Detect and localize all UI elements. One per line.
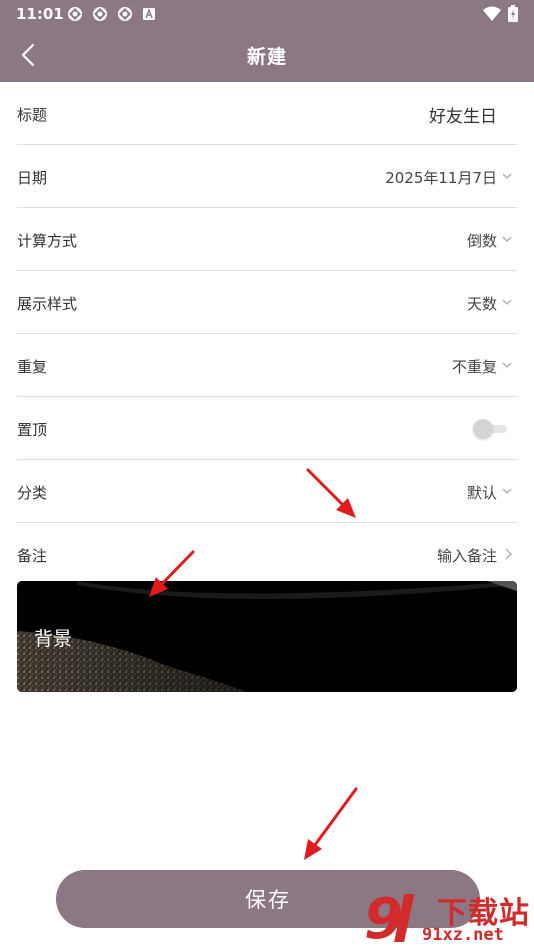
app-notification-icon bbox=[68, 7, 82, 21]
category-row[interactable]: 分类 默认 bbox=[17, 460, 517, 523]
chevron-down-icon bbox=[502, 236, 512, 242]
watermark: 9 下载站 91xz.net bbox=[364, 886, 534, 950]
display-style-row[interactable]: 展示样式 天数 bbox=[17, 271, 517, 334]
calc-method-row[interactable]: 计算方式 倒数 bbox=[17, 208, 517, 271]
title-row[interactable]: 标题 好友生日 bbox=[17, 82, 517, 145]
repeat-row[interactable]: 重复 不重复 bbox=[17, 334, 517, 397]
chevron-down-icon bbox=[502, 362, 512, 368]
status-time: 11:01 bbox=[16, 5, 64, 23]
event-form: 标题 好友生日 日期 2025年11月7日 计算方式 倒数 展示样式 天数 重复… bbox=[17, 82, 517, 585]
watermark-url: 91xz.net bbox=[422, 925, 504, 945]
calc-method-label: 计算方式 bbox=[17, 232, 78, 250]
wifi-icon bbox=[483, 6, 501, 21]
background-image bbox=[17, 581, 517, 692]
category-label: 分类 bbox=[17, 484, 48, 502]
annotation-arrow bbox=[310, 787, 358, 851]
pin-top-toggle[interactable] bbox=[473, 419, 507, 439]
chevron-down-icon bbox=[502, 173, 512, 179]
pin-top-row: 置顶 bbox=[17, 397, 517, 460]
background-picker[interactable]: 背景 bbox=[17, 581, 517, 692]
category-value: 默认 bbox=[466, 484, 497, 502]
watermark-logo-icon: 9 bbox=[364, 887, 415, 950]
date-value: 2025年11月7日 bbox=[385, 169, 497, 187]
calc-method-value: 倒数 bbox=[466, 232, 497, 250]
pin-top-label: 置顶 bbox=[17, 421, 48, 439]
note-row[interactable]: 备注 输入备注 bbox=[17, 523, 517, 585]
toggle-thumb bbox=[473, 419, 493, 439]
chevron-right-icon bbox=[505, 548, 512, 560]
chevron-down-icon bbox=[502, 488, 512, 494]
repeat-value: 不重复 bbox=[451, 358, 497, 376]
background-label: 背景 bbox=[34, 628, 73, 650]
app-notification-icon bbox=[93, 7, 107, 21]
date-label: 日期 bbox=[17, 169, 48, 187]
display-style-label: 展示样式 bbox=[17, 295, 78, 313]
note-input[interactable]: 输入备注 bbox=[437, 545, 497, 566]
title-input[interactable]: 好友生日 bbox=[429, 102, 497, 127]
title-bar: 新建 bbox=[0, 28, 534, 82]
title-label: 标题 bbox=[17, 106, 48, 124]
battery-charging-icon bbox=[508, 5, 518, 22]
repeat-label: 重复 bbox=[17, 358, 48, 376]
annotation-arrowhead bbox=[304, 839, 322, 860]
font-notification-icon bbox=[143, 8, 155, 20]
chevron-down-icon bbox=[502, 299, 512, 305]
display-style-value: 天数 bbox=[466, 295, 497, 313]
app-notification-icon bbox=[118, 7, 132, 21]
note-label: 备注 bbox=[17, 547, 48, 565]
status-bar: 11:01 bbox=[0, 0, 534, 28]
date-row[interactable]: 日期 2025年11月7日 bbox=[17, 145, 517, 208]
page-title: 新建 bbox=[246, 46, 287, 68]
